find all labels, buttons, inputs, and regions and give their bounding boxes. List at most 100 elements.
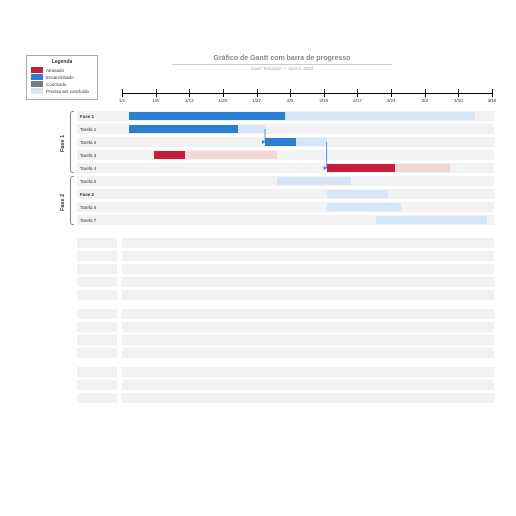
phase-brace: [70, 111, 74, 173]
placeholder-row: [22, 322, 494, 332]
axis-tick: 3/3: [425, 89, 426, 97]
row-stripe: [122, 264, 494, 274]
chart-title-block: Gráfico de Gantt com barra de progresso …: [172, 55, 392, 71]
axis-tick: 1/13: [189, 89, 190, 97]
timeline-axis: 1/1 1/6 1/13 1/20 1/27 2/3 2/10 2/17 2/24 3/3 3/10…: [122, 89, 492, 109]
bar-area: [122, 163, 492, 173]
placeholder-row: [22, 393, 494, 403]
placeholder-row: [22, 380, 494, 390]
bar-track[interactable]: [376, 216, 487, 224]
row-label: Fase 1: [77, 111, 122, 121]
bar-area: [122, 124, 492, 134]
axis-tick: 1/6: [156, 89, 157, 97]
chart-subtitle: Gantt Template — April 5, 2022: [172, 66, 392, 71]
legend: Legenda Atrasado Encaminhado ConcluídoPrec…: [26, 55, 98, 100]
row-label: Tarefa 4: [77, 163, 122, 173]
legend-item: Concluído: [31, 81, 93, 87]
row-stripe: [122, 309, 494, 319]
row-stripe: [77, 251, 117, 261]
axis-tick: 2/3: [290, 89, 291, 97]
axis-tick-label: 2/17: [347, 98, 367, 103]
bar-track[interactable]: [277, 177, 351, 185]
axis-tick: 2/17: [357, 89, 358, 97]
legend-label: Concluído: [46, 82, 66, 87]
row-stripe: [122, 393, 494, 403]
legend-item: Atrasado: [31, 67, 93, 73]
axis-tick: 1/1: [122, 89, 123, 97]
row-stripe: [122, 277, 494, 287]
row-stripe: [122, 348, 494, 358]
legend-title: Legenda: [31, 59, 93, 65]
row-stripe: [122, 335, 494, 345]
row-label: Fase 2: [77, 189, 122, 199]
axis-tick-label: 1/1: [112, 98, 132, 103]
gantt-row: Tarefa 3: [22, 150, 494, 160]
axis-tick-label: 3/16: [482, 98, 502, 103]
bar-area: [122, 215, 492, 225]
gantt-row: Fase 1: [22, 111, 494, 121]
placeholder-row: [22, 264, 494, 274]
bar-area: [122, 137, 492, 147]
row-stripe: [122, 251, 494, 261]
placeholder-row: [22, 367, 494, 377]
axis-tick-label: 2/10: [314, 98, 334, 103]
row-stripe: [77, 322, 117, 332]
gantt-rows: Fase 1Tarefa 1Tarefa 2Tarefa 3Tarefa 4Fa…: [22, 111, 494, 228]
row-stripe: [77, 277, 117, 287]
axis-tick: 3/10: [458, 89, 459, 97]
gantt-row: Tarefa 5: [22, 176, 494, 186]
axis-tick-label: 2/24: [381, 98, 401, 103]
row-label: Tarefa 7: [77, 215, 122, 225]
axis-tick-label: 2/3: [280, 98, 300, 103]
bar-progress: [129, 125, 238, 133]
row-label: Tarefa 6: [77, 202, 122, 212]
bar-area: [122, 150, 492, 160]
placeholder-row: [22, 335, 494, 345]
gantt-row: Tarefa 7: [22, 215, 494, 225]
legend-item: Encaminhado: [31, 74, 93, 80]
placeholder-row: [22, 309, 494, 319]
gantt-row: Tarefa 6: [22, 202, 494, 212]
chart-title: Gráfico de Gantt com barra de progresso: [172, 55, 392, 65]
axis-tick: 2/10: [324, 89, 325, 97]
bar-area: [122, 111, 492, 121]
phase-label: Fase 1: [60, 135, 66, 152]
placeholder-row: [22, 290, 494, 300]
gantt-row: Tarefa 2: [22, 137, 494, 147]
row-stripe: [77, 367, 117, 377]
axis-tick-label: 1/6: [146, 98, 166, 103]
bar-area: [122, 189, 492, 199]
row-stripe: [77, 238, 117, 248]
axis-tick: 1/27: [257, 89, 258, 97]
axis-tick-label: 3/3: [415, 98, 435, 103]
bar-track[interactable]: [327, 203, 401, 211]
legend-label: Encaminhado: [46, 75, 74, 80]
row-stripe: [77, 264, 117, 274]
gantt-row: Tarefa 4: [22, 163, 494, 173]
legend-label: Atrasado: [46, 68, 64, 73]
row-stripe: [77, 290, 117, 300]
axis-tick-label: 1/27: [247, 98, 267, 103]
placeholder-row: [22, 277, 494, 287]
row-label: Tarefa 3: [77, 150, 122, 160]
row-stripe: [77, 348, 117, 358]
bar-progress: [327, 164, 395, 172]
legend-swatch: [31, 74, 43, 80]
axis-tick-label: 3/10: [448, 98, 468, 103]
row-label: Tarefa 5: [77, 176, 122, 186]
axis-tick: 3/16: [492, 89, 493, 97]
axis-tick-label: 1/13: [179, 98, 199, 103]
legend-swatch: [31, 88, 43, 94]
bar-progress: [154, 151, 185, 159]
bar-track[interactable]: [327, 190, 389, 198]
legend-item: Precisa ser concluído: [31, 88, 93, 94]
row-stripe: [122, 290, 494, 300]
gantt-row: Tarefa 1: [22, 124, 494, 134]
legend-swatch: [31, 67, 43, 73]
bar-area: [122, 176, 492, 186]
gantt-row: Fase 2: [22, 189, 494, 199]
row-stripe: [122, 367, 494, 377]
phase-label: Fase 2: [60, 193, 66, 210]
axis-tick-label: 1/20: [213, 98, 233, 103]
placeholder-row: [22, 348, 494, 358]
